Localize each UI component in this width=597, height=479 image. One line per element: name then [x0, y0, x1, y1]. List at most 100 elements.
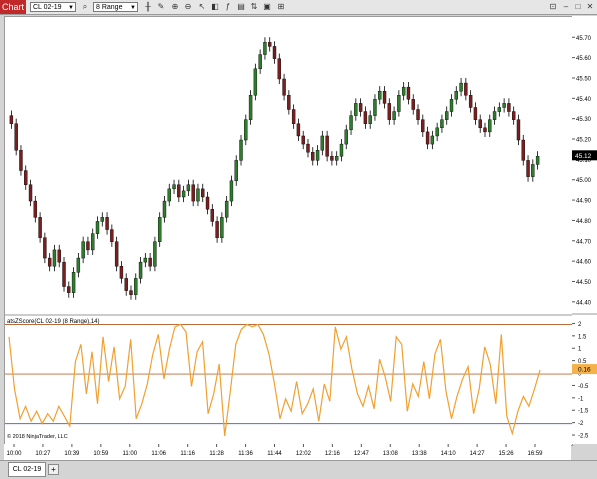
time-tick-label: 15:26 [499, 451, 515, 457]
candle-body [157, 217, 162, 242]
candle-body [301, 135, 305, 145]
candle-body [134, 278, 138, 295]
chevron-down-icon: ▼ [68, 5, 74, 11]
price-tick-label: 44.90 [576, 199, 592, 205]
candle-body [401, 86, 406, 96]
candle-body [215, 221, 219, 238]
layout-icon[interactable]: ⊞ [276, 2, 286, 12]
candle-body [354, 103, 358, 116]
candle-body [306, 143, 310, 153]
candle-body [239, 139, 243, 161]
candle-body [311, 152, 315, 161]
candle-body [397, 95, 401, 112]
minimize-icon[interactable]: – [561, 2, 571, 12]
time-tick-label: 10:59 [93, 451, 109, 457]
chart-panel[interactable]: atsZScore(CL 02-19 (8 Range),14) © 2018 N… [4, 16, 573, 446]
bar-type-selector[interactable]: 8 Range ▼ [93, 2, 138, 12]
price-axis[interactable]: 45.70 45.60 45.50 45.40 45.30 45.20 45.10 45.00… [572, 16, 597, 444]
candle-body [33, 200, 38, 218]
candle-body [38, 217, 42, 238]
candle-body [330, 156, 334, 161]
instrument-tab[interactable]: CL 02-19 [8, 462, 46, 477]
strategies-icon[interactable]: ◧ [210, 2, 220, 12]
zoom-in-icon[interactable]: ⊕ [170, 2, 180, 12]
candle-body [368, 115, 372, 124]
time-tick-label: 16:59 [527, 451, 543, 457]
candle-body [248, 95, 253, 120]
candle-body [373, 99, 377, 116]
candle-body [67, 286, 71, 293]
price-tick-label: 45.30 [576, 117, 592, 123]
candle-body [511, 111, 516, 120]
candle-body [325, 135, 329, 157]
candle-body [440, 119, 444, 129]
candle-body [71, 272, 76, 293]
candle-body [382, 90, 387, 104]
candle-body [287, 95, 291, 110]
candle-body [258, 54, 262, 70]
chart-trader-icon[interactable]: ⇅ [249, 2, 259, 12]
candle-body [28, 184, 33, 202]
maximize-icon[interactable]: □ [573, 2, 583, 12]
candle-body [177, 184, 181, 198]
data-box-icon[interactable]: ▣ [262, 2, 272, 12]
candle-body [531, 164, 535, 177]
close-icon[interactable]: ✕ [585, 2, 595, 12]
time-tick-label: 11:44 [267, 451, 282, 457]
candle-body [105, 217, 109, 230]
price-tick-label: 44.40 [576, 300, 592, 306]
candle-body [81, 241, 85, 259]
chart-window-tab[interactable]: Chart [0, 0, 26, 14]
candle-body [24, 170, 28, 185]
pin-icon[interactable]: ⊡ [548, 2, 558, 12]
search-icon[interactable]: ⌕ [80, 2, 90, 12]
instrument-value: CL 02-19 [33, 4, 62, 11]
candle-body [454, 90, 458, 100]
candle-body [425, 131, 430, 145]
candle-body [272, 46, 277, 59]
candle-body [162, 200, 167, 218]
price-tick-label: 44.60 [576, 260, 592, 266]
candle-body [124, 278, 128, 291]
candle-body [196, 188, 200, 202]
bar-style-icon[interactable]: ╫ [143, 2, 153, 12]
candle-body [244, 119, 248, 141]
time-tick-label: 11:00 [122, 451, 137, 457]
chevron-down-icon: ▼ [130, 5, 136, 11]
time-tick-label: 13:08 [383, 451, 399, 457]
candle-body [129, 290, 133, 295]
pointer-icon[interactable]: ↖ [197, 2, 207, 12]
add-tab-icon[interactable]: + [48, 464, 59, 475]
instrument-tab-bar: CL 02-19 + [0, 460, 597, 479]
properties-icon[interactable]: ▤ [236, 2, 246, 12]
zoom-out-icon[interactable]: ⊖ [183, 2, 193, 12]
time-tick-label: 10:27 [35, 451, 51, 457]
time-tick-label: 12:02 [296, 451, 312, 457]
time-axis[interactable]: 10:00 10:27 10:39 10:59 11:00 11:06 11:16 11:28… [4, 444, 571, 460]
zscore-tick-label: 2 [578, 322, 582, 328]
zscore-tick-label: -2 [578, 421, 584, 427]
candle-body [315, 150, 320, 161]
candle-body [483, 127, 487, 133]
price-tick-label: 45.50 [576, 76, 592, 82]
candle-body [19, 150, 23, 171]
candle-body [114, 241, 119, 267]
candle-body [57, 249, 61, 263]
candle-body [435, 127, 439, 137]
candle-body [349, 115, 353, 131]
drawing-tools-icon[interactable]: ✎ [156, 2, 166, 12]
time-tick-label: 14:27 [470, 451, 486, 457]
candle-body [181, 190, 186, 198]
candle-body [95, 221, 100, 234]
time-tick-label: 12:47 [354, 451, 370, 457]
candle-body [110, 229, 114, 242]
time-axis-canvas: 10:00 10:27 10:39 10:59 11:00 11:06 11:16 11:28… [6, 444, 543, 457]
candle-body [320, 135, 325, 151]
indicators-icon[interactable]: ƒ [223, 2, 233, 12]
candle-body [421, 119, 425, 133]
candle-body [268, 42, 272, 47]
candle-body [167, 188, 171, 202]
zscore-tick-label: -2.5 [578, 434, 589, 440]
instrument-selector[interactable]: CL 02-19 ▼ [30, 2, 76, 12]
candle-body [296, 123, 301, 137]
